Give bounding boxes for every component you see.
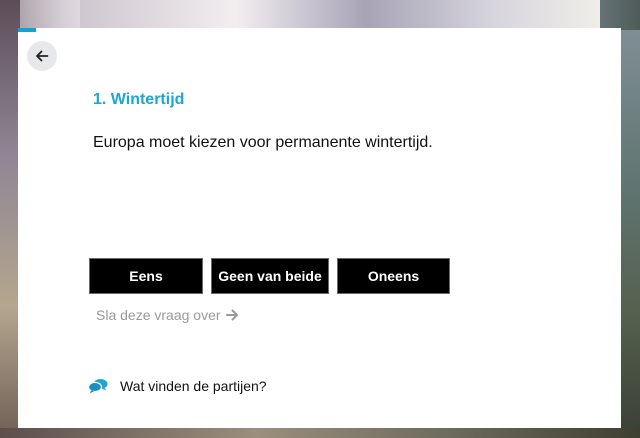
background-ground	[0, 428, 640, 438]
skip-question-link[interactable]: Sla deze vraag over	[96, 307, 239, 323]
answer-options: Eens Geen van beide Oneens	[89, 258, 450, 294]
background-building-left	[0, 0, 20, 438]
agree-button[interactable]: Eens	[89, 258, 203, 294]
progress-bar	[18, 28, 37, 32]
disagree-button[interactable]: Oneens	[337, 258, 450, 294]
skip-question-label: Sla deze vraag over	[96, 307, 221, 323]
neither-button[interactable]: Geen van beide	[211, 258, 329, 294]
parties-opinion-label: Wat vinden de partijen?	[120, 378, 267, 394]
question-statement: Europa moet kiezen voor permanente winte…	[93, 134, 433, 151]
parties-opinion-link[interactable]: Wat vinden de partijen?	[88, 378, 267, 394]
chat-bubbles-icon	[88, 378, 108, 394]
arrow-left-icon	[35, 49, 49, 63]
question-card: 1. Wintertijd Europa moet kiezen voor pe…	[18, 28, 621, 428]
background-sky	[80, 0, 600, 30]
arrow-right-icon	[225, 309, 239, 321]
back-button[interactable]	[27, 41, 57, 71]
question-title: 1. Wintertijd	[93, 91, 185, 108]
background-building-right	[620, 30, 640, 438]
